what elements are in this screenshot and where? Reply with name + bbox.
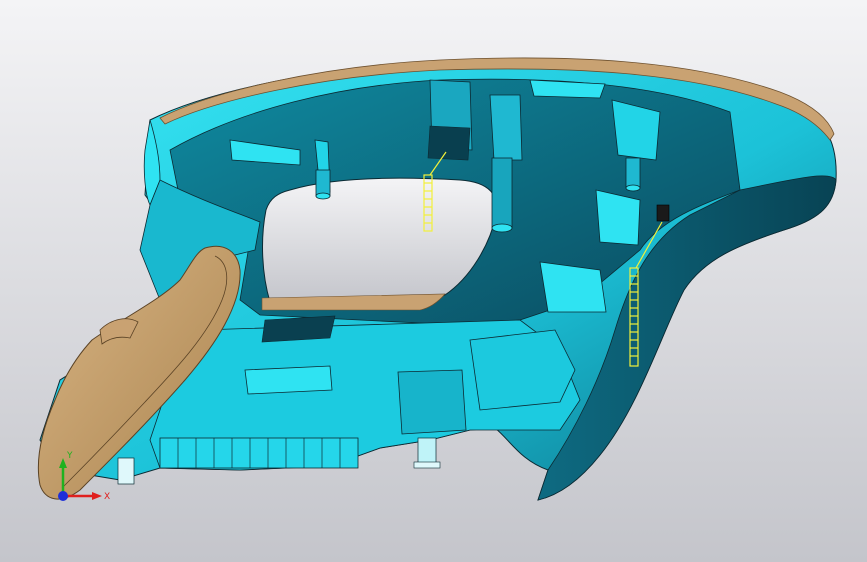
- triad-y-label: Y: [66, 451, 73, 461]
- recess-panel-left: [261, 315, 336, 343]
- lower-step-right[interactable]: [469, 329, 576, 411]
- clip-post-center[interactable]: [413, 437, 441, 469]
- connector-block[interactable]: [656, 204, 670, 222]
- cad-graphics-viewport[interactable]: Y X: [0, 0, 867, 562]
- recess-panel-mid: [427, 125, 471, 161]
- lower-box-right[interactable]: [397, 369, 467, 435]
- triad-x-label: X: [104, 492, 110, 502]
- lower-bracket-center[interactable]: [244, 365, 333, 395]
- clip-post-left[interactable]: [117, 457, 135, 485]
- vent-grille: [159, 437, 359, 469]
- 3d-model-view[interactable]: Y X: [0, 0, 867, 562]
- triad-z-origin-icon: [58, 491, 68, 501]
